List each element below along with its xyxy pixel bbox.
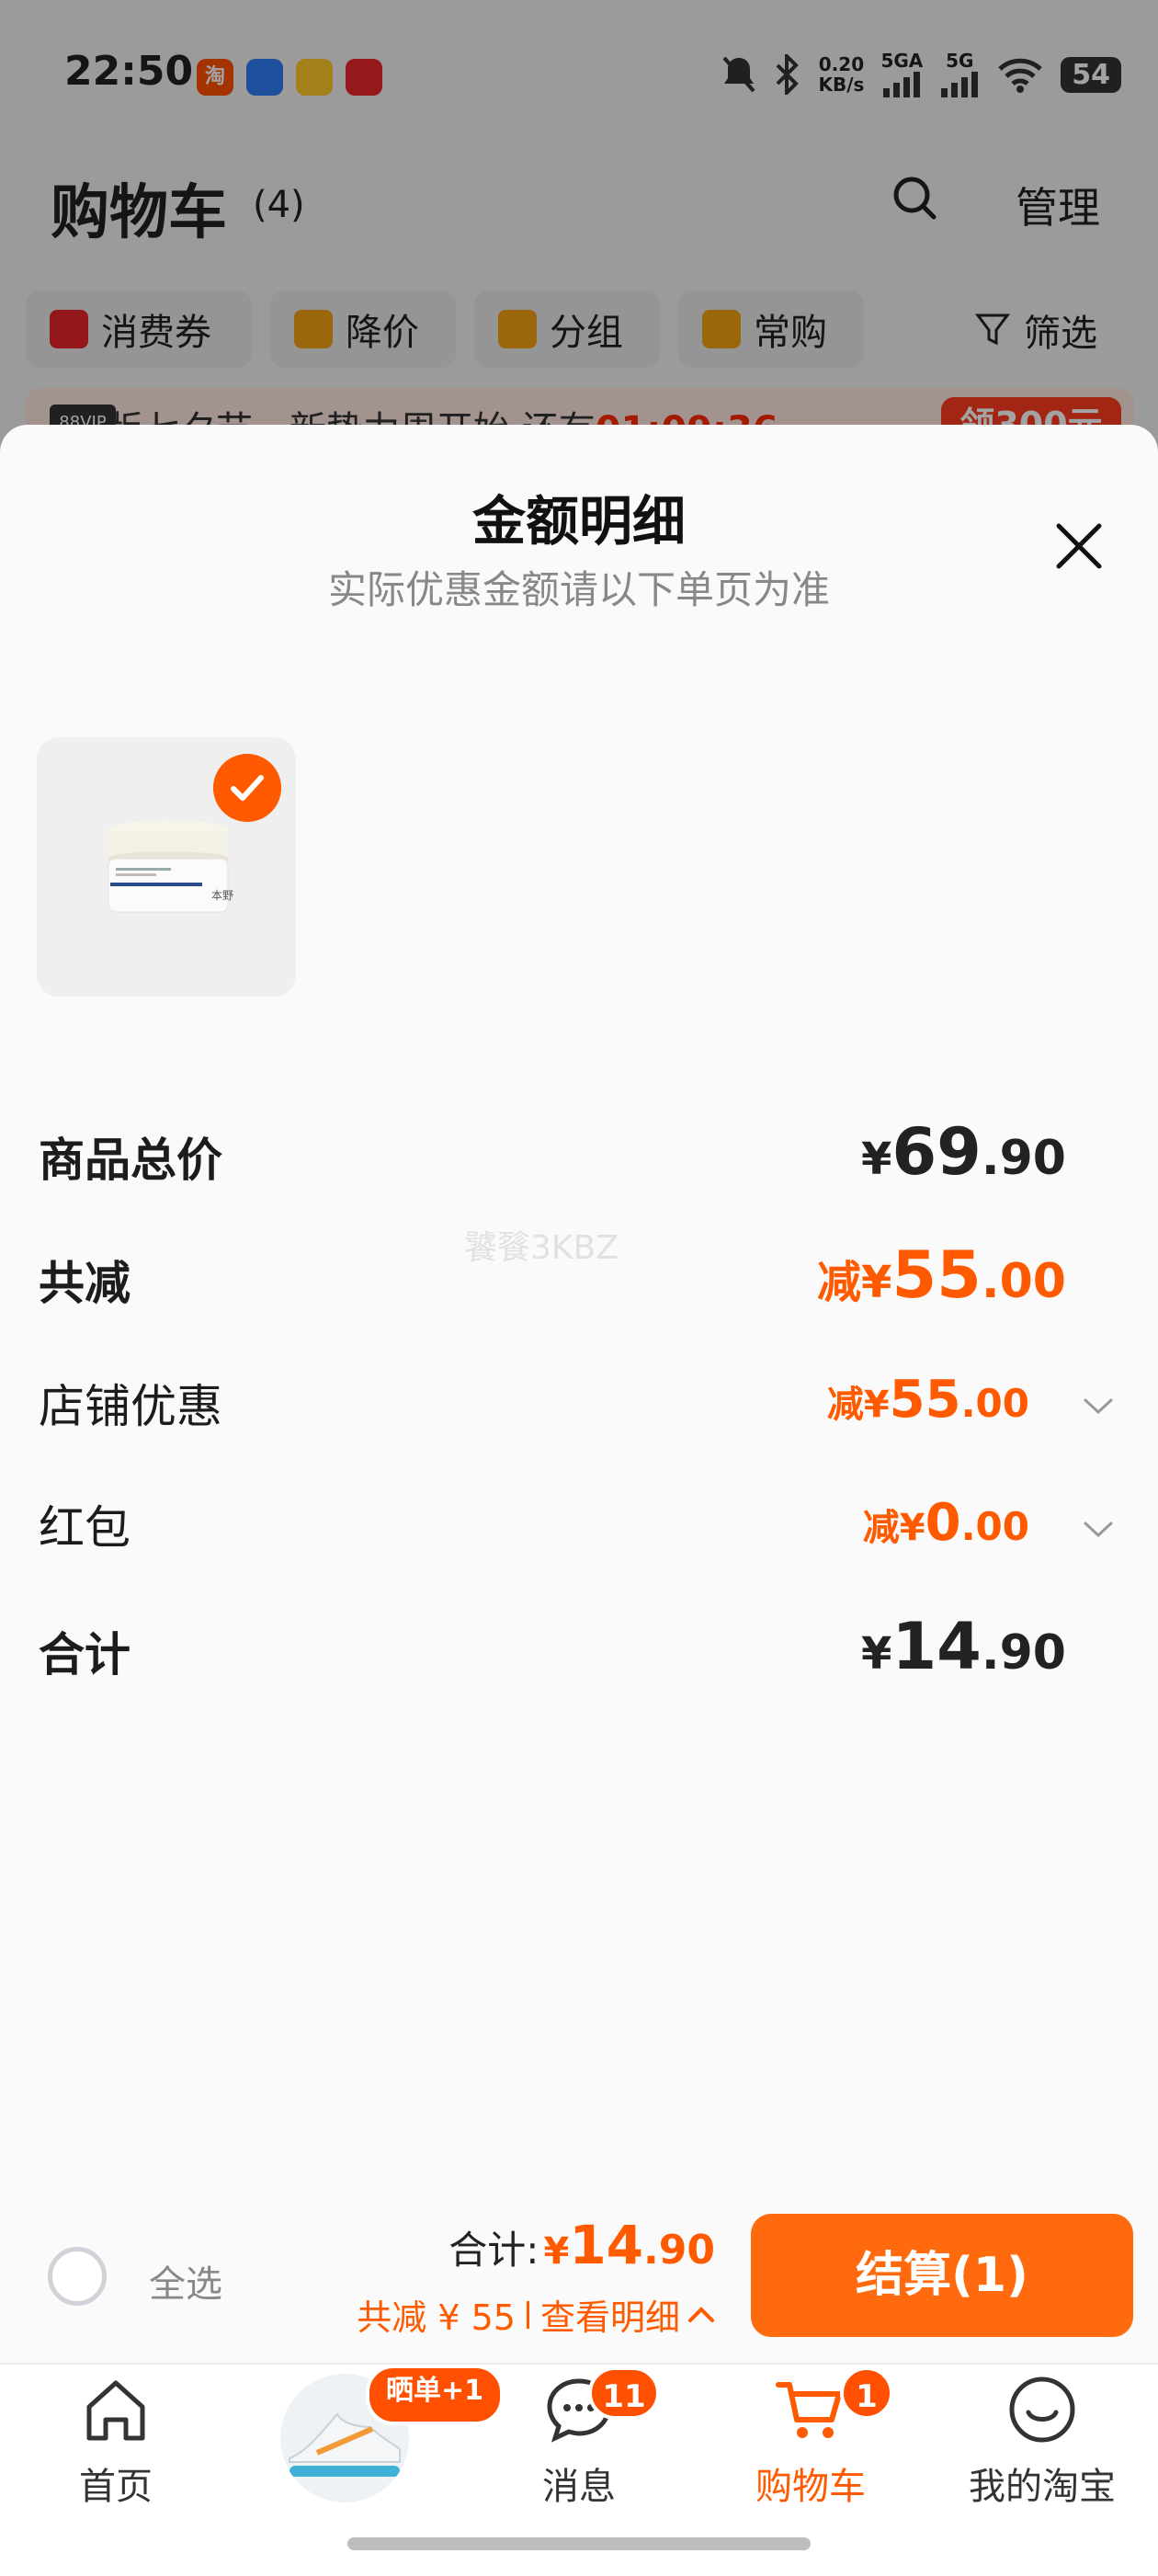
red-packet-value[interactable]: 减¥0.00	[863, 1493, 1029, 1553]
total-discount-value: 减¥55.00	[817, 1237, 1066, 1313]
red-packet-label: 红包	[39, 1501, 131, 1555]
view-details-link[interactable]: 共减 ¥ 55 查看明细	[357, 2289, 715, 2340]
subtotal-label: 商品总价	[39, 1134, 222, 1187]
sheet-title: 金额明细	[471, 490, 686, 553]
checkout-total: 合计: ¥14.90	[448, 2214, 715, 2276]
jar-brand-text: 本野	[211, 889, 233, 902]
total-value: ¥14.90	[861, 1609, 1066, 1684]
home-indicator[interactable]	[347, 2537, 811, 2550]
checkout-total-label: 合计:	[448, 2228, 539, 2273]
chevron-down-icon[interactable]	[1083, 1521, 1114, 1539]
chevron-down-icon[interactable]	[1083, 1397, 1114, 1416]
tab-my-taobao[interactable]: 我的淘宝	[950, 2372, 1134, 2510]
total-label: 合计	[39, 1628, 131, 1681]
smiley-icon	[1009, 2377, 1075, 2443]
close-icon[interactable]	[1050, 517, 1108, 576]
home-icon	[86, 2380, 145, 2441]
chevron-up-icon	[688, 2306, 714, 2322]
total-discount-label: 共减	[39, 1257, 131, 1310]
selected-check-icon	[213, 754, 281, 822]
checkout-button[interactable]: 结算(1)	[751, 2214, 1133, 2337]
shop-discount-label: 店铺优惠	[39, 1380, 222, 1433]
subtotal-value: ¥69.90	[861, 1114, 1066, 1190]
cart-icon	[776, 2382, 842, 2438]
messages-badge: 11	[588, 2366, 660, 2420]
promo-badge: 晒单+1	[366, 2365, 505, 2425]
tab-label: 首页	[79, 2466, 153, 2508]
tab-label: 消息	[542, 2466, 616, 2508]
saved-amount: 共减 ¥ 55	[357, 2297, 516, 2338]
sheet-subtitle: 实际优惠金额请以下单页为准	[327, 567, 830, 612]
tab-label: 我的淘宝	[969, 2466, 1116, 2508]
tab-home[interactable]: 首页	[24, 2372, 208, 2510]
cream-jar-image: 本野	[108, 820, 233, 913]
select-all-label[interactable]: 全选	[149, 2254, 222, 2308]
select-all-radio[interactable]	[48, 2247, 107, 2306]
watermark: 饕餮3KBZ	[464, 1229, 619, 1267]
checkout-total-amount: ¥14.90	[543, 2214, 715, 2276]
tab-label: 购物车	[755, 2466, 866, 2508]
shop-discount-value[interactable]: 减¥55.00	[827, 1370, 1029, 1430]
view-details-label: 查看明细	[539, 2297, 680, 2338]
cart-badge: 1	[840, 2366, 893, 2420]
divider	[526, 2300, 529, 2329]
